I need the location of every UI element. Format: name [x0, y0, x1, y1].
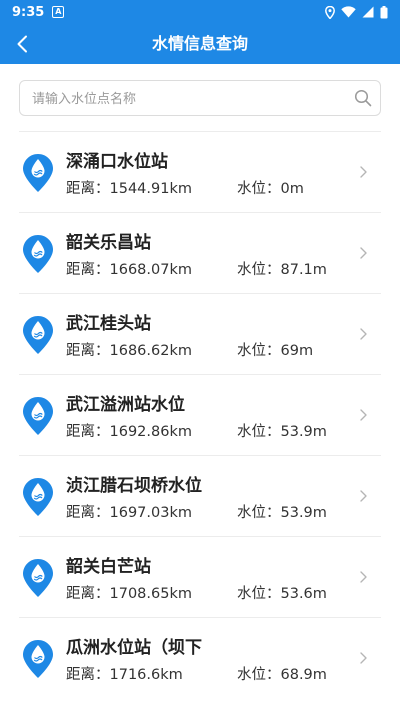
- station-distance: 距离：1716.6km: [66, 667, 183, 683]
- station-distance: 距离：1697.03km: [66, 505, 192, 521]
- search-icon[interactable]: [354, 89, 372, 107]
- status-icons: [325, 5, 388, 19]
- list-item[interactable]: 武江桂头站 距离：1686.62km 水位：69m: [19, 293, 381, 374]
- list-item[interactable]: 韶关乐昌站 距离：1668.07km 水位：87.1m: [19, 212, 381, 293]
- list-item[interactable]: 瓜洲水位站（坝下 距离：1716.6km 水位：68.9m: [19, 617, 381, 698]
- water-drop-pin-icon: [23, 316, 53, 354]
- station-name: 浈江腊石坝桥水位: [66, 476, 202, 496]
- station-name: 武江桂头站: [66, 314, 151, 334]
- list-item[interactable]: 韶关白芒站 距离：1708.65km 水位：53.6m: [19, 536, 381, 617]
- status-bar: 9:35 A: [0, 0, 400, 24]
- list-item[interactable]: 武江溢洲站水位 距离：1692.86km 水位：53.9m: [19, 374, 381, 455]
- station-distance: 距离：1668.07km: [66, 262, 192, 278]
- location-icon: [325, 5, 335, 19]
- water-drop-pin-icon: [23, 397, 53, 435]
- station-distance: 距离：1692.86km: [66, 424, 192, 440]
- station-distance: 距离：1686.62km: [66, 343, 192, 359]
- chevron-right-icon: [360, 490, 367, 502]
- station-water-level: 水位：0m: [237, 181, 304, 197]
- station-list: 深涌口水位站 距离：1544.91km 水位：0m 韶关乐昌站 距离：1668.…: [19, 131, 381, 698]
- chevron-right-icon: [360, 409, 367, 421]
- station-name: 深涌口水位站: [66, 152, 168, 172]
- station-water-level: 水位：53.9m: [237, 505, 327, 521]
- water-drop-pin-icon: [23, 235, 53, 273]
- search-input[interactable]: [30, 81, 354, 117]
- station-water-level: 水位：53.9m: [237, 424, 327, 440]
- battery-icon: [380, 5, 388, 18]
- station-name: 韶关乐昌站: [66, 233, 151, 253]
- chevron-right-icon: [360, 571, 367, 583]
- list-item[interactable]: 深涌口水位站 距离：1544.91km 水位：0m: [19, 131, 381, 212]
- a-notification-icon: A: [52, 6, 65, 18]
- station-water-level: 水位：87.1m: [237, 262, 327, 278]
- chevron-right-icon: [360, 652, 367, 664]
- app-bar: 水情信息查询: [0, 24, 400, 64]
- station-distance: 距离：1544.91km: [66, 181, 192, 197]
- search-box[interactable]: [19, 80, 381, 117]
- station-water-level: 水位：69m: [237, 343, 314, 359]
- chevron-right-icon: [360, 328, 367, 340]
- station-name: 瓜洲水位站（坝下: [66, 638, 202, 658]
- water-drop-pin-icon: [23, 478, 53, 516]
- water-drop-pin-icon: [23, 640, 53, 678]
- page-title: 水情信息查询: [151, 34, 248, 53]
- signal-icon: [362, 6, 374, 18]
- water-drop-pin-icon: [23, 154, 53, 192]
- status-time: 9:35: [12, 4, 45, 20]
- station-distance: 距离：1708.65km: [66, 586, 192, 602]
- station-water-level: 水位：53.6m: [237, 586, 327, 602]
- wifi-icon: [341, 6, 356, 18]
- chevron-right-icon: [360, 247, 367, 259]
- station-name: 韶关白芒站: [66, 557, 151, 577]
- water-drop-pin-icon: [23, 559, 53, 597]
- chevron-right-icon: [360, 166, 367, 178]
- station-name: 武江溢洲站水位: [66, 395, 185, 415]
- station-water-level: 水位：68.9m: [237, 667, 327, 683]
- list-item[interactable]: 浈江腊石坝桥水位 距离：1697.03km 水位：53.9m: [19, 455, 381, 536]
